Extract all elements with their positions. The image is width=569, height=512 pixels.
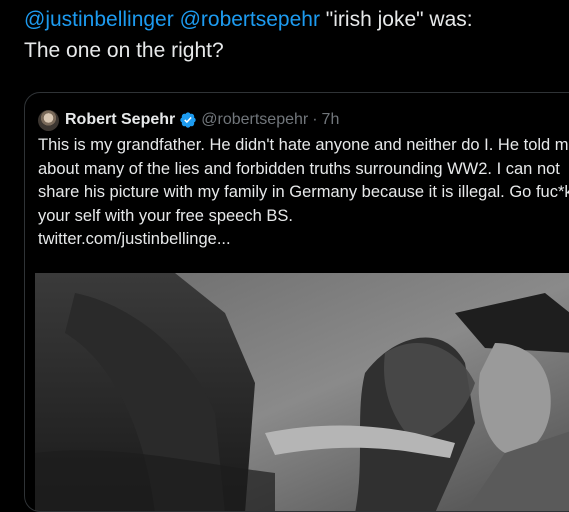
reply-tweet-text: @justinbellinger @robertsepehr "irish jo… <box>24 4 564 66</box>
author-name[interactable]: Robert Sepehr <box>65 111 175 129</box>
photo-illustration <box>35 273 569 511</box>
tweet-photo[interactable] <box>35 273 569 511</box>
quoted-tweet-link[interactable]: twitter.com/justinbellinge... <box>38 228 569 252</box>
tweet-timestamp[interactable]: 7h <box>322 111 340 129</box>
mention-justinbellinger[interactable]: @justinbellinger <box>24 8 174 31</box>
author-handle[interactable]: @robertsepehr <box>201 111 308 129</box>
quoted-tweet-text: This is my grandfather. He didn't hate a… <box>38 134 569 252</box>
separator-dot: · <box>312 111 318 128</box>
quoted-tweet-header: Robert Sepehr @robertsepehr · 7h <box>38 108 339 132</box>
reply-text-line-2: The one on the right? <box>24 39 224 62</box>
quoted-tweet-card[interactable]: Robert Sepehr @robertsepehr · 7h This is… <box>24 92 569 512</box>
mention-robertsepehr[interactable]: @robertsepehr <box>180 8 320 31</box>
reply-text-line-1: "irish joke" was: <box>319 8 473 31</box>
quoted-tweet-body: This is my grandfather. He didn't hate a… <box>38 136 569 225</box>
verified-badge-icon <box>180 112 196 128</box>
avatar[interactable] <box>38 109 59 131</box>
